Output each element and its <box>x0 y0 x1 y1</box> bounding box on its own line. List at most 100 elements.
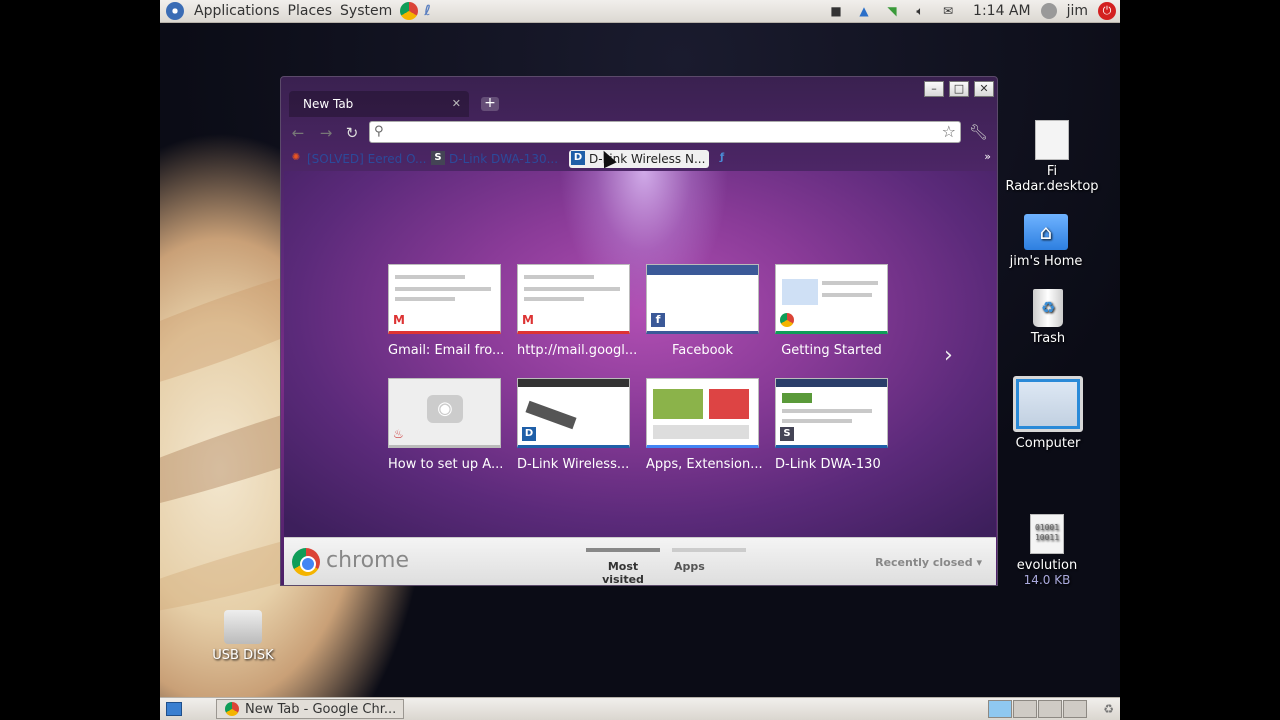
desktop-icon-label: Computer <box>1015 436 1081 451</box>
wifi-icon[interactable]: ◥ <box>883 3 901 19</box>
new-tab-button[interactable]: + <box>481 96 499 111</box>
omnibox[interactable]: ⚲ ☆ <box>369 121 961 143</box>
thumbnail-label[interactable]: How to set up A... <box>388 457 508 472</box>
desktop-icon-evolution[interactable]: 01001 10011 evolution 14.0 KB <box>997 514 1097 587</box>
tab-apps[interactable]: Apps <box>672 548 746 573</box>
user-name[interactable]: jim <box>1067 3 1088 19</box>
camera-icon: ◉ <box>427 395 463 423</box>
trash-applet-icon[interactable]: ♻ <box>1103 702 1114 716</box>
desktop-icon-home[interactable]: ⌂ jim's Home <box>996 214 1096 269</box>
top-panel: Applications Places System ℓ ■ ▲ ◥ 🔈︎ ✉ … <box>160 0 1120 23</box>
thumbnail-label[interactable]: Apps, Extension... <box>646 457 766 472</box>
desktop-icon-label: jim's Home <box>1009 254 1083 269</box>
chrome-wordmark: chrome <box>326 548 410 573</box>
bookmark-label: [SOLVED] Eered O... <box>307 152 427 166</box>
workspace-1[interactable] <box>988 700 1013 718</box>
workspace-switcher <box>988 700 1088 718</box>
dlink-favicon-icon: D <box>571 151 585 165</box>
reload-icon[interactable]: ↻ <box>343 124 361 142</box>
omnibox-input[interactable] <box>392 123 932 141</box>
bookmarks-overflow-icon[interactable]: » <box>984 150 991 163</box>
back-icon[interactable]: ← <box>289 124 307 142</box>
clock[interactable]: 1:14 AM <box>973 3 1031 19</box>
maximize-button[interactable]: □ <box>949 81 969 97</box>
system-menu[interactable]: System <box>336 3 396 19</box>
bookmark-item[interactable]: D D-Link Wireless N... <box>569 150 710 168</box>
desktop-icon-label: evolution <box>1016 558 1078 573</box>
chrome-favicon-icon <box>225 702 239 716</box>
tab-new-tab[interactable]: New Tab ✕ <box>289 91 469 117</box>
stop-icon[interactable]: ■ <box>827 3 845 19</box>
chrome-logo-icon <box>292 548 320 576</box>
thumbnail[interactable]: M <box>388 264 501 334</box>
taskbar-item-chrome[interactable]: New Tab - Google Chr... <box>216 699 404 719</box>
ubuntu-logo-icon[interactable] <box>166 2 184 20</box>
thumbnail[interactable] <box>775 264 888 334</box>
thumbnail[interactable]: f <box>646 264 759 334</box>
toolbar: ← → ↻ ⚲ ☆ 🔧︎ <box>281 117 997 147</box>
chrome-window: New Tab ✕ + – □ ✕ ← → ↻ ⚲ ☆ 🔧︎ ✺ [SOLVED… <box>280 76 998 586</box>
fire-favicon-icon: ♨ <box>393 427 404 441</box>
bookmark-item[interactable]: ✺ [SOLVED] Eered O... <box>287 150 431 168</box>
thumbnail-label[interactable]: D-Link Wireless... <box>517 457 637 472</box>
tab-most-visited[interactable]: Most visited <box>586 548 660 585</box>
thumbnail[interactable]: M <box>517 264 630 334</box>
taskbar-item-label: New Tab - Google Chr... <box>245 701 397 717</box>
thumbnail-label[interactable]: D-Link DWA-130 <box>775 457 895 472</box>
update-icon[interactable]: ▲ <box>855 3 873 19</box>
thumbnail-label[interactable]: Gmail: Email fro... <box>388 343 508 358</box>
bookmarks-bar: ✺ [SOLVED] Eered O... S D-Link DWA-130..… <box>281 147 997 171</box>
bookmark-item[interactable]: S D-Link DWA-130... <box>429 150 562 168</box>
bookmark-item[interactable]: ƒ <box>713 150 843 168</box>
bottom-panel: New Tab - Google Chr... ♻ <box>160 697 1120 720</box>
chrome-launcher-icon[interactable] <box>400 2 419 20</box>
places-menu[interactable]: Places <box>284 3 337 19</box>
thumbnail-label[interactable]: Facebook <box>646 343 759 358</box>
thumbnail[interactable] <box>646 378 759 448</box>
recently-closed-label: Recently closed <box>875 556 973 569</box>
desktop-icon-fi-radar[interactable]: Fi Radar.desktop <box>1002 120 1102 194</box>
ubuntu-favicon-icon: ✺ <box>291 152 301 163</box>
computer-icon <box>1013 376 1083 432</box>
chevron-down-icon: ▾ <box>976 556 982 569</box>
applications-menu[interactable]: Applications <box>190 3 284 19</box>
wrench-icon[interactable]: 🔧︎ <box>969 123 988 141</box>
bookmark-star-icon[interactable]: ☆ <box>942 122 956 141</box>
close-window-button[interactable]: ✕ <box>974 81 994 97</box>
s-favicon-icon: S <box>780 427 794 441</box>
dlink-favicon-icon: D <box>522 427 536 441</box>
mail-icon[interactable]: ✉ <box>939 3 957 19</box>
workspace-3[interactable] <box>1038 700 1063 718</box>
file-size: 14.0 KB <box>1023 573 1071 587</box>
thumbnail[interactable]: S <box>775 378 888 448</box>
next-page-arrow-icon[interactable]: › <box>944 343 953 368</box>
home-folder-icon: ⌂ <box>1024 214 1068 250</box>
thumbnail[interactable]: ◉ ♨ <box>388 378 501 448</box>
desktop-icon-label: Fi Radar.desktop <box>1005 164 1099 194</box>
binary-file-icon: 01001 10011 <box>1030 514 1064 554</box>
show-desktop-icon[interactable] <box>166 702 182 716</box>
thumbnail-label[interactable]: Getting Started <box>775 343 888 358</box>
thumbnail[interactable]: D <box>517 378 630 448</box>
recently-closed-menu[interactable]: Recently closed ▾ <box>875 556 982 569</box>
thumbnail-label[interactable]: http://mail.googl... <box>517 343 637 358</box>
usb-drive-icon <box>224 610 262 644</box>
trash-icon: ♻ <box>1033 289 1063 327</box>
desktop-icon-computer[interactable]: Computer <box>998 376 1098 451</box>
new-tab-page: M Gmail: Email fro... M http://mail.goog… <box>284 171 996 537</box>
power-icon[interactable]: ⏻ <box>1098 2 1116 20</box>
close-tab-icon[interactable]: ✕ <box>452 97 461 110</box>
desktop-icon-label: Trash <box>1030 331 1066 346</box>
forward-icon[interactable]: → <box>317 124 335 142</box>
minimize-button[interactable]: – <box>924 81 944 97</box>
s-favicon-icon: S <box>431 151 445 165</box>
gmail-icon: M <box>393 313 405 327</box>
title-bar[interactable]: New Tab ✕ + – □ ✕ <box>281 77 997 117</box>
facebook-icon: f <box>651 313 665 327</box>
volume-icon[interactable]: 🔈︎ <box>911 3 929 19</box>
launcher-icon[interactable]: ℓ <box>424 3 431 19</box>
desktop-icon-trash[interactable]: ♻ Trash <box>998 289 1098 346</box>
desktop-icon-usb-disk[interactable]: USB DISK <box>193 610 293 663</box>
workspace-2[interactable] <box>1013 700 1038 718</box>
workspace-4[interactable] <box>1063 700 1088 718</box>
